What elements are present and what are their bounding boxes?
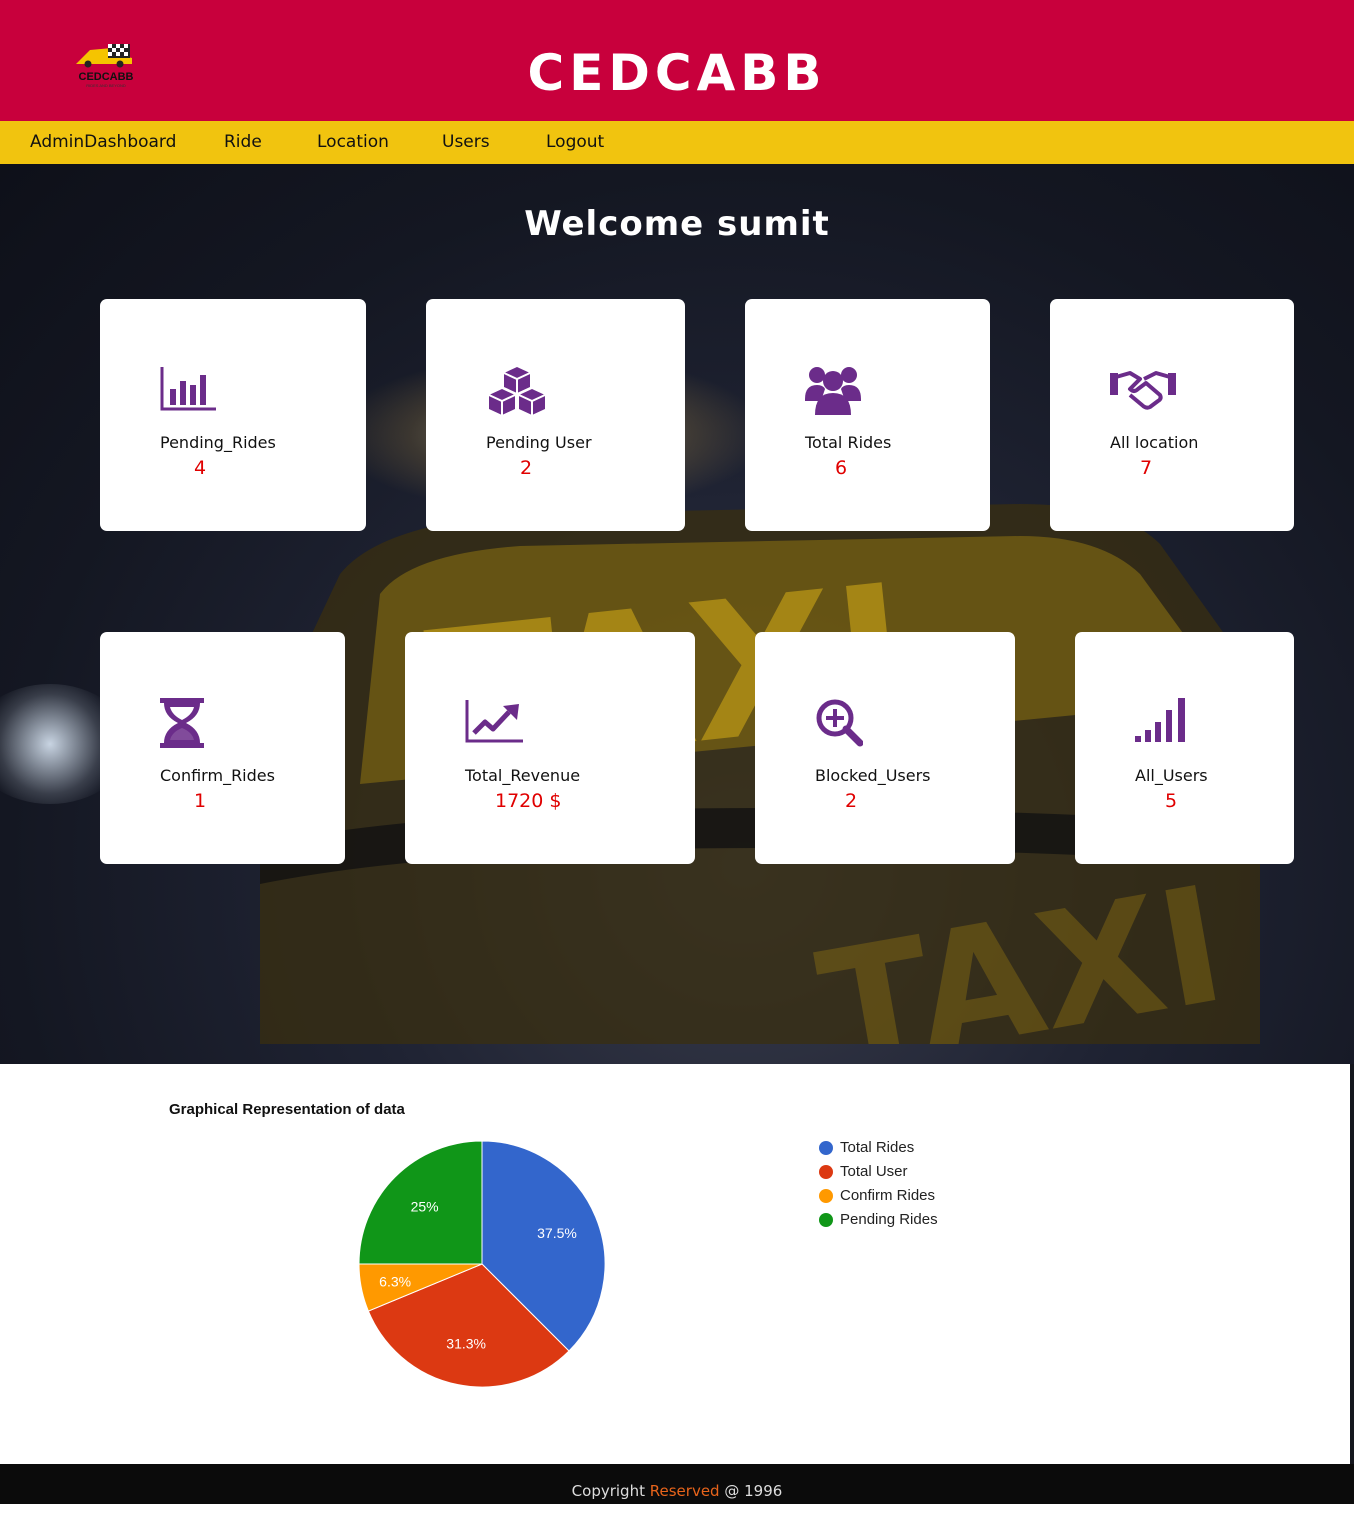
card-all-location[interactable]: All location 7 xyxy=(1050,299,1294,531)
legend-label: Total Rides xyxy=(840,1139,915,1156)
card-label: Total_Revenue xyxy=(465,766,581,785)
legend-swatch xyxy=(819,1165,833,1179)
handshake-icon xyxy=(1110,371,1176,410)
legend-item[interactable]: Total Rides xyxy=(818,1140,938,1164)
pie-chart[interactable]: 37.5% 31.3% 6.3% 25% xyxy=(0,1064,1350,1464)
chart-legend: Total Rides Total User Confirm Rides Pen… xyxy=(818,1140,938,1236)
pie-slice-label: 31.3% xyxy=(446,1336,486,1352)
nav-ride[interactable]: Ride xyxy=(224,121,262,164)
card-value: 2 xyxy=(520,457,533,479)
card-value: 5 xyxy=(1165,790,1178,812)
card-label: Pending User xyxy=(486,433,592,452)
legend-label: Pending Rides xyxy=(840,1211,938,1228)
card-value: 2 xyxy=(845,790,858,812)
card-label: All_Users xyxy=(1135,766,1208,785)
card-total-rides[interactable]: Total Rides 6 xyxy=(745,299,990,531)
card-label: Confirm_Rides xyxy=(160,766,275,785)
nav-location[interactable]: Location xyxy=(317,121,389,164)
card-value: 4 xyxy=(194,457,207,479)
hourglass-icon xyxy=(160,698,204,748)
bar-chart-icon xyxy=(160,367,216,411)
card-label: Pending_Rides xyxy=(160,433,276,452)
hero-section: TAXI TAXI Welcome sumit Pending_Rides 4 xyxy=(0,164,1354,1064)
nav-admin-dashboard[interactable]: AdminDashboard xyxy=(30,121,176,164)
pie-slice-label: 25% xyxy=(411,1199,439,1215)
legend-item[interactable]: Total User xyxy=(818,1164,938,1188)
legend-swatch xyxy=(819,1189,833,1203)
card-blocked-users[interactable]: Blocked_Users 2 xyxy=(755,632,1015,864)
card-all-users[interactable]: All_Users 5 xyxy=(1075,632,1294,864)
users-group-icon xyxy=(805,367,861,415)
legend-label: Confirm Rides xyxy=(840,1187,936,1204)
site-title: CEDCABB xyxy=(527,44,827,102)
legend-label: Total User xyxy=(840,1163,908,1180)
card-value: 6 xyxy=(835,457,848,479)
card-label: All location xyxy=(1110,433,1199,452)
card-label: Blocked_Users xyxy=(815,766,931,785)
signal-icon xyxy=(1135,698,1185,742)
card-pending-rides[interactable]: Pending_Rides 4 xyxy=(100,299,366,531)
chart-section: Graphical Representation of data 37.5% 31… xyxy=(0,1064,1350,1464)
footer-copyright: Copyright xyxy=(571,1482,645,1500)
cubes-icon xyxy=(488,367,546,415)
card-label: Total Rides xyxy=(805,433,892,452)
card-value: 1720 $ xyxy=(495,790,562,812)
line-chart-icon xyxy=(465,700,523,743)
legend-item[interactable]: Pending Rides xyxy=(818,1212,938,1236)
nav-logout[interactable]: Logout xyxy=(546,121,604,164)
card-pending-user[interactable]: Pending User 2 xyxy=(426,299,685,531)
site-header: CEDCABB RIDES AND BEYOND CEDCABB xyxy=(0,0,1354,121)
pie-slice-label: 37.5% xyxy=(537,1225,577,1241)
footer-year: @ 1996 xyxy=(724,1482,783,1500)
welcome-heading: Welcome sumit xyxy=(524,204,830,244)
nav-users[interactable]: Users xyxy=(442,121,490,164)
zoom-in-icon xyxy=(816,699,863,747)
page-edge xyxy=(1350,1064,1354,1464)
card-confirm-rides[interactable]: Confirm_Rides 1 xyxy=(100,632,345,864)
card-value: 1 xyxy=(194,790,207,812)
legend-swatch xyxy=(819,1141,833,1155)
legend-item[interactable]: Confirm Rides xyxy=(818,1188,938,1212)
card-total-revenue[interactable]: Total_Revenue 1720 $ xyxy=(405,632,695,864)
card-value: 7 xyxy=(1140,457,1153,479)
main-nav: AdminDashboard Ride Location Users Logou… xyxy=(0,121,1354,164)
footer-reserved-link[interactable]: Reserved xyxy=(650,1482,720,1500)
footer: Copyright Reserved @ 1996 xyxy=(0,1464,1354,1504)
legend-swatch xyxy=(819,1213,833,1227)
pie-slice-label: 6.3% xyxy=(379,1273,411,1289)
